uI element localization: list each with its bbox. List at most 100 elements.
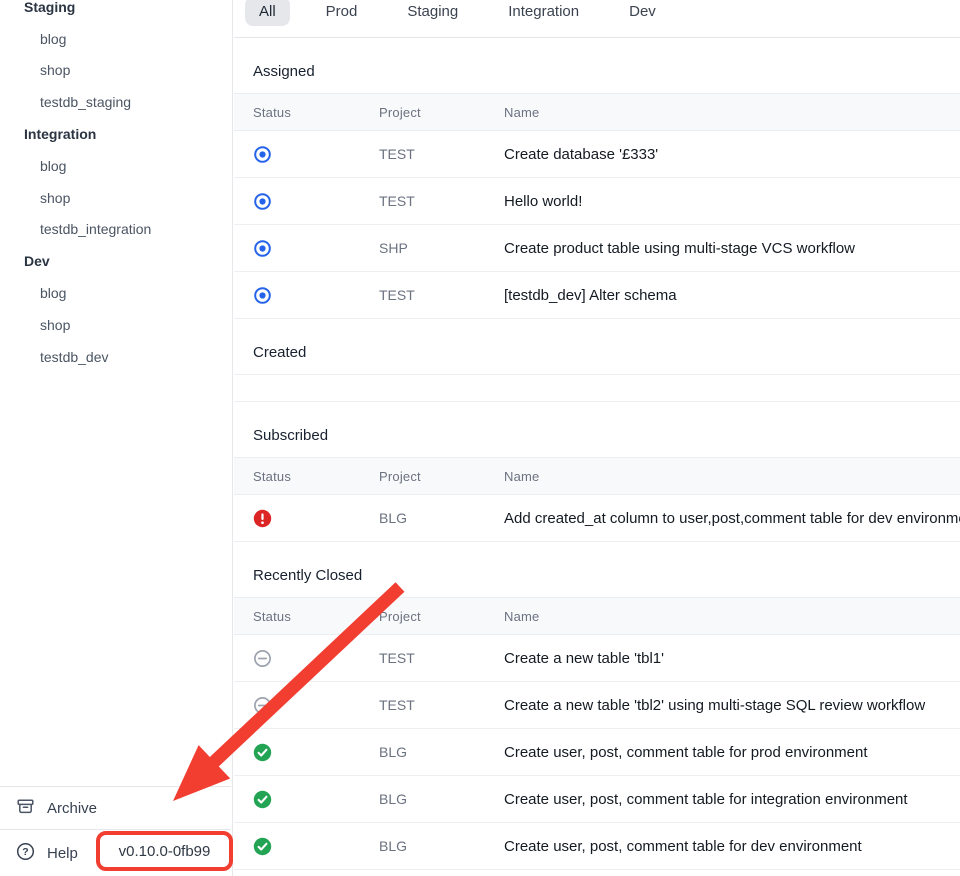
project-cell: TEST [379, 287, 504, 303]
issue-name-cell: Create user, post, comment table for pro… [504, 744, 960, 761]
issue-row[interactable]: BLGAdd created_at column to user,post,co… [234, 495, 960, 542]
status-cell [234, 509, 379, 528]
column-header-name: Name [504, 469, 960, 484]
issue-open-icon [253, 192, 272, 211]
issue-name-cell: Create user, post, comment table for int… [504, 791, 960, 808]
environment-tabs: All Prod Staging Integration Dev [234, 0, 960, 38]
issue-canceled-icon [253, 696, 272, 715]
tab-staging[interactable]: Staging [393, 0, 472, 26]
archive-box-icon [16, 797, 35, 820]
project-cell: BLG [379, 510, 504, 526]
column-header-project: Project [379, 609, 504, 624]
status-cell [234, 286, 379, 305]
status-cell [234, 790, 379, 809]
archive-label: Archive [47, 800, 97, 817]
svg-text:?: ? [22, 846, 28, 858]
database-tree: Stagingblogshoptestdb_stagingIntegration… [0, 0, 231, 373]
issue-row[interactable]: TESTCreate database '£333' [234, 131, 960, 178]
tab-integration[interactable]: Integration [494, 0, 593, 26]
section-title: Created [234, 319, 960, 374]
empty-table-area [234, 374, 960, 402]
issue-row[interactable]: TESTCreate a new table 'tbl1' [234, 635, 960, 682]
status-cell [234, 145, 379, 164]
column-header-name: Name [504, 105, 960, 120]
section-title: Recently Closed [234, 542, 960, 597]
column-header-status: Status [234, 609, 379, 624]
sidebar-db-blog[interactable]: blog [0, 23, 231, 55]
help-label[interactable]: Help [47, 845, 78, 862]
issue-name-cell: Create database '£333' [504, 146, 960, 163]
sidebar-db-testdb-dev[interactable]: testdb_dev [0, 341, 231, 373]
status-cell [234, 837, 379, 856]
section-recently-closed: Recently ClosedStatusProjectNameTESTCrea… [234, 542, 960, 870]
sidebar-help-row: ? Help v0.10.0-0fb99 [0, 829, 231, 876]
sidebar-db-shop[interactable]: shop [0, 182, 231, 214]
project-cell: SHP [379, 240, 504, 256]
main-content: AllProdStagingIntegrationDev AssignedSta… [234, 0, 960, 876]
issue-name-cell: Add created_at column to user,post,comme… [504, 510, 960, 527]
issue-name-cell: Create a new table 'tbl1' [504, 650, 960, 667]
sidebar-bottom: Archive ? Help v0.10.0-0fb99 [0, 786, 231, 876]
issue-row[interactable]: BLGCreate user, post, comment table for … [234, 729, 960, 776]
table-header: StatusProjectName [234, 457, 960, 495]
sidebar-db-shop[interactable]: shop [0, 55, 231, 87]
issue-row[interactable]: TEST[testdb_dev] Alter schema [234, 272, 960, 319]
sidebar-env-integration[interactable]: Integration [0, 118, 231, 150]
project-cell: TEST [379, 697, 504, 713]
issue-error-icon [253, 509, 272, 528]
sidebar-env-dev[interactable]: Dev [0, 245, 231, 277]
issue-sections: AssignedStatusProjectNameTESTCreate data… [234, 38, 960, 870]
sidebar-db-testdb-staging[interactable]: testdb_staging [0, 86, 231, 118]
section-assigned: AssignedStatusProjectNameTESTCreate data… [234, 38, 960, 319]
issue-done-icon [253, 743, 272, 762]
status-cell [234, 239, 379, 258]
sidebar: Stagingblogshoptestdb_stagingIntegration… [0, 0, 233, 876]
issue-name-cell: Create user, post, comment table for dev… [504, 838, 960, 855]
issue-open-icon [253, 286, 272, 305]
issue-name-cell: [testdb_dev] Alter schema [504, 287, 960, 304]
issue-done-icon [253, 790, 272, 809]
issue-done-icon [253, 837, 272, 856]
status-cell [234, 743, 379, 762]
app-root: Stagingblogshoptestdb_stagingIntegration… [0, 0, 960, 876]
version-text: v0.10.0-0fb99 [119, 843, 211, 860]
sidebar-env-staging[interactable]: Staging [0, 0, 231, 23]
issue-row[interactable]: TESTHello world! [234, 178, 960, 225]
sidebar-db-blog[interactable]: blog [0, 277, 231, 309]
table-header: StatusProjectName [234, 597, 960, 635]
project-cell: BLG [379, 791, 504, 807]
question-circle-icon: ? [16, 842, 35, 865]
project-cell: BLG [379, 744, 504, 760]
status-cell [234, 192, 379, 211]
tab-dev[interactable]: Dev [615, 0, 670, 26]
sidebar-item-archive[interactable]: Archive [0, 786, 231, 829]
column-header-project: Project [379, 469, 504, 484]
column-header-project: Project [379, 105, 504, 120]
issue-row[interactable]: BLGCreate user, post, comment table for … [234, 776, 960, 823]
sidebar-db-blog[interactable]: blog [0, 150, 231, 182]
column-header-status: Status [234, 469, 379, 484]
project-cell: TEST [379, 650, 504, 666]
issue-name-cell: Hello world! [504, 193, 960, 210]
issue-name-cell: Create a new table 'tbl2' using multi-st… [504, 697, 960, 714]
column-header-status: Status [234, 105, 379, 120]
status-cell [234, 696, 379, 715]
tab-prod[interactable]: Prod [312, 0, 372, 26]
sidebar-db-testdb-integration[interactable]: testdb_integration [0, 214, 231, 246]
tab-all[interactable]: All [245, 0, 290, 26]
sidebar-db-shop[interactable]: shop [0, 309, 231, 341]
section-subscribed: SubscribedStatusProjectNameBLGAdd create… [234, 402, 960, 542]
section-title: Subscribed [234, 402, 960, 457]
column-header-name: Name [504, 609, 960, 624]
project-cell: BLG [379, 838, 504, 854]
table-header: StatusProjectName [234, 93, 960, 131]
issue-open-icon [253, 145, 272, 164]
project-cell: TEST [379, 146, 504, 162]
issue-row[interactable]: TESTCreate a new table 'tbl2' using mult… [234, 682, 960, 729]
issue-row[interactable]: BLGCreate user, post, comment table for … [234, 823, 960, 870]
issue-name-cell: Create product table using multi-stage V… [504, 240, 960, 257]
section-title: Assigned [234, 38, 960, 93]
issue-row[interactable]: SHPCreate product table using multi-stag… [234, 225, 960, 272]
issue-open-icon [253, 239, 272, 258]
version-badge: v0.10.0-0fb99 [96, 831, 233, 871]
